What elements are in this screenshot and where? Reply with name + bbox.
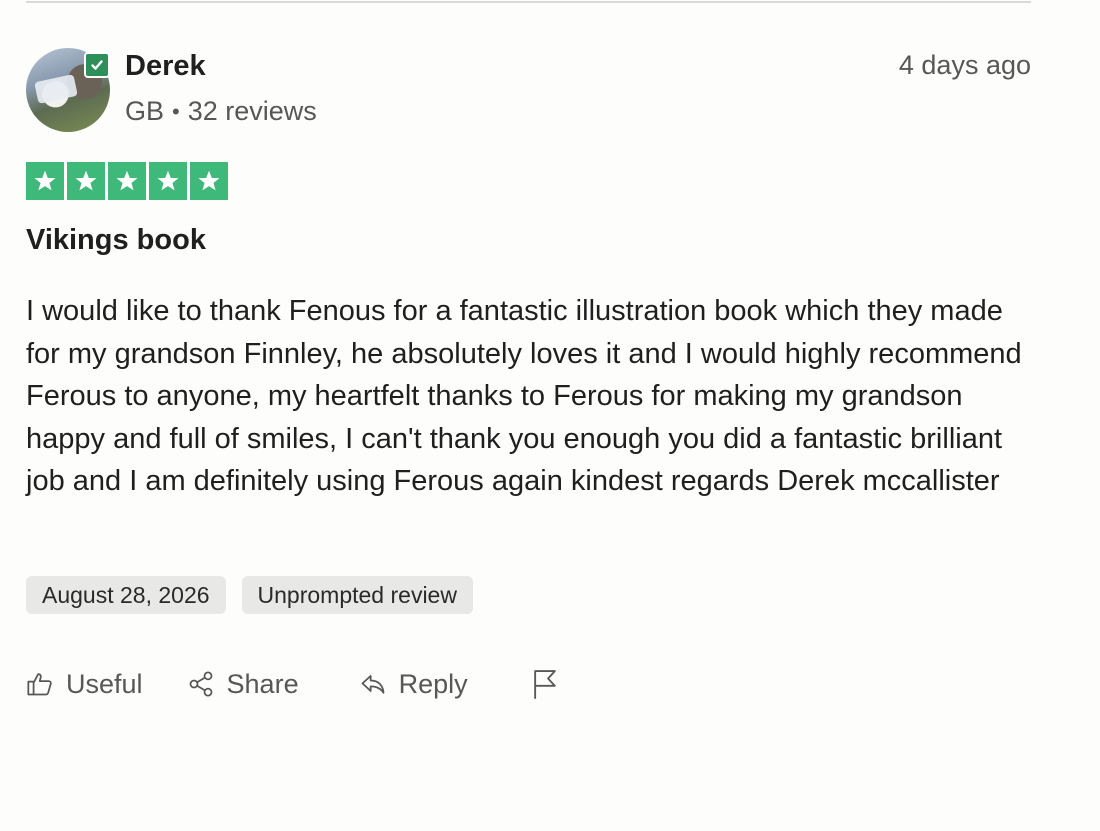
meta-separator: • — [172, 98, 180, 124]
reply-label: Reply — [398, 668, 468, 699]
top-divider — [26, 1, 1031, 3]
reply-icon — [359, 670, 387, 698]
review-header: Derek GB • 32 reviews 4 days ago — [26, 40, 1031, 140]
useful-label: Useful — [66, 668, 143, 699]
share-button[interactable]: Share — [187, 669, 299, 700]
date-of-experience-chip: August 28, 2026 — [26, 576, 226, 614]
flag-icon — [530, 668, 560, 700]
reviewer-name[interactable]: Derek — [125, 50, 206, 83]
verified-check-icon — [84, 52, 110, 78]
review-time-ago: 4 days ago — [898, 50, 1031, 80]
review-chips: August 28, 2026 Unprompted review — [26, 576, 473, 614]
review-actions: Useful Share Reply — [26, 668, 560, 700]
reply-button[interactable]: Reply — [359, 669, 468, 700]
review-title[interactable]: Vikings book — [26, 224, 206, 257]
reviewer-meta: GB • 32 reviews — [125, 96, 317, 127]
reviewer-country: GB — [125, 96, 165, 126]
avatar-container[interactable] — [26, 48, 110, 132]
share-icon — [187, 670, 215, 698]
thumbs-up-icon — [26, 670, 54, 698]
useful-button[interactable]: Useful — [26, 669, 143, 700]
report-button[interactable] — [530, 668, 560, 700]
star-rating — [26, 162, 228, 200]
review-body: I would like to thank Fenous for a fanta… — [26, 295, 1022, 497]
review-type-chip[interactable]: Unprompted review — [241, 576, 473, 614]
star-icon — [108, 162, 146, 200]
star-icon — [190, 162, 228, 200]
star-icon — [67, 162, 105, 200]
star-icon — [26, 162, 64, 200]
reviewer-review-count[interactable]: 32 reviews — [188, 96, 317, 127]
review-card: Derek GB • 32 reviews 4 days ago Vikings… — [26, 40, 1031, 699]
star-icon — [149, 162, 187, 200]
share-label: Share — [226, 668, 299, 699]
